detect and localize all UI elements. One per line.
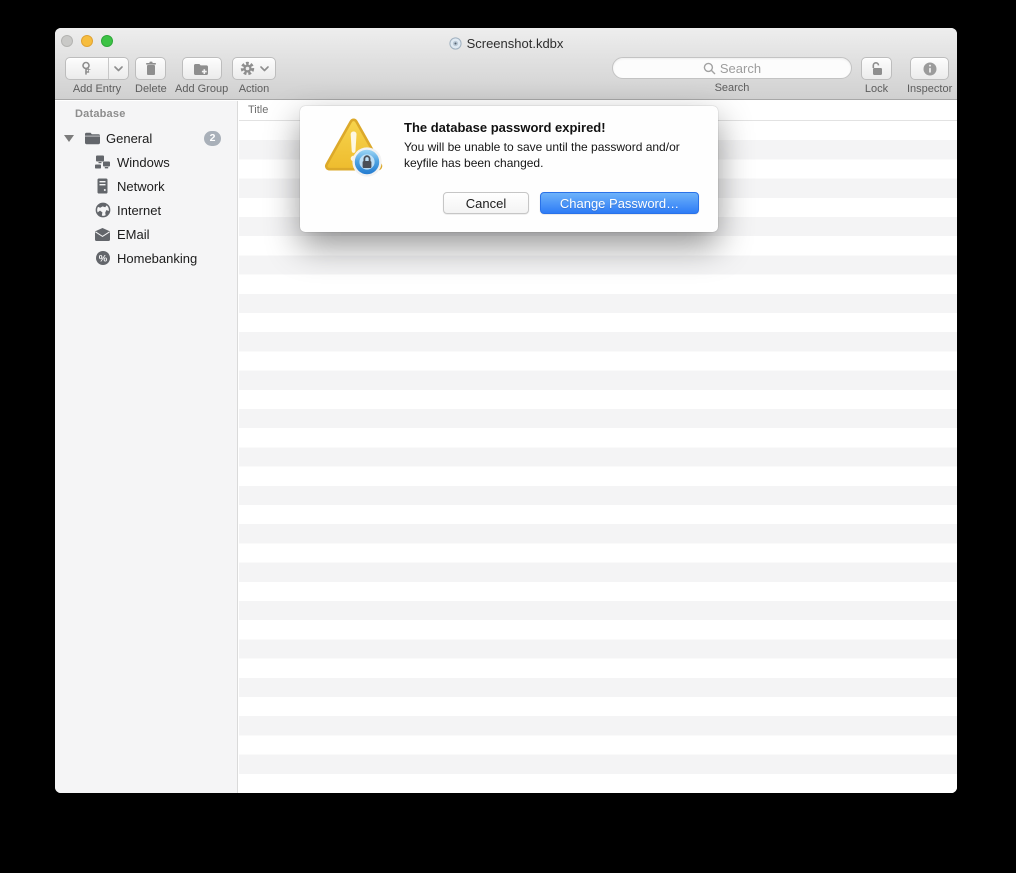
sidebar-item-email[interactable]: EMail <box>55 222 237 246</box>
unlock-icon <box>871 62 882 75</box>
cancel-button[interactable]: Cancel <box>443 192 529 214</box>
sidebar-item-label: Homebanking <box>117 250 198 266</box>
lock-label: Lock <box>864 83 889 95</box>
delete-label: Delete <box>135 83 167 95</box>
percent-icon: % <box>94 250 111 267</box>
windows-network-icon <box>94 154 111 171</box>
search-input[interactable]: Search <box>612 57 852 79</box>
sidebar-item-label: General <box>106 130 153 146</box>
sidebar-item-general[interactable]: General 2 <box>55 126 237 150</box>
action-label: Action <box>238 83 270 95</box>
svg-text:%: % <box>98 253 107 264</box>
password-expired-dialog: The database password expired! You will … <box>300 106 718 232</box>
info-icon <box>923 62 937 75</box>
chevron-down-icon <box>259 65 269 71</box>
sidebar-item-network[interactable]: Network <box>55 174 237 198</box>
window-title-text: Screenshot.kdbx <box>466 36 564 51</box>
search-icon <box>703 62 716 74</box>
sidebar-item-label: Internet <box>117 202 162 218</box>
change-password-button[interactable]: Change Password… <box>540 192 699 214</box>
key-plus-icon[interactable] <box>66 58 109 79</box>
sidebar-item-label: Network <box>117 178 165 194</box>
add-group-button[interactable] <box>181 57 222 80</box>
add-group-label: Add Group <box>175 83 229 95</box>
warning-lock-icon <box>320 117 388 186</box>
sidebar-item-internet[interactable]: Internet <box>55 198 237 222</box>
envelope-icon <box>94 226 111 243</box>
add-entry-dropdown[interactable] <box>109 58 128 79</box>
folder-plus-icon <box>194 63 209 75</box>
add-entry-label: Add Entry <box>72 83 122 95</box>
toolbar: Screenshot.kdbx Add Entry Delete Add Gro… <box>55 28 957 100</box>
dialog-title: The database password expired! <box>404 120 606 135</box>
trash-icon <box>145 61 156 75</box>
search-label: Search <box>714 82 750 94</box>
window-title: Screenshot.kdbx <box>55 36 957 53</box>
globe-icon <box>94 202 111 219</box>
disclosure-triangle-icon[interactable] <box>64 134 74 142</box>
gear-icon <box>240 61 254 76</box>
desktop-background: Screenshot.kdbx Add Entry Delete Add Gro… <box>0 0 1016 873</box>
sidebar-group-list: General 2 Windows Network Internet EMail… <box>55 126 237 270</box>
folder-icon <box>84 130 101 147</box>
lock-button[interactable] <box>861 57 892 80</box>
search-placeholder: Search <box>719 60 762 76</box>
inspector-button[interactable] <box>910 57 950 80</box>
document-icon <box>448 37 462 53</box>
sidebar-item-homebanking[interactable]: % Homebanking <box>55 246 237 270</box>
add-entry-button[interactable] <box>65 57 129 80</box>
sidebar-item-label: Windows <box>117 154 170 170</box>
sidebar-item-windows[interactable]: Windows <box>55 150 237 174</box>
delete-button[interactable] <box>135 57 167 80</box>
app-window: Screenshot.kdbx Add Entry Delete Add Gro… <box>55 28 957 793</box>
entry-count-badge: 2 <box>204 130 221 146</box>
dialog-message: You will be unable to save until the pas… <box>404 140 680 170</box>
inspector-label: Inspector <box>907 83 953 95</box>
action-button[interactable] <box>232 57 276 80</box>
sidebar-item-label: EMail <box>117 226 150 242</box>
sidebar-header: Database <box>75 108 126 120</box>
server-icon <box>94 178 111 195</box>
sidebar: Database General 2 Windows Network Inter… <box>55 101 238 793</box>
